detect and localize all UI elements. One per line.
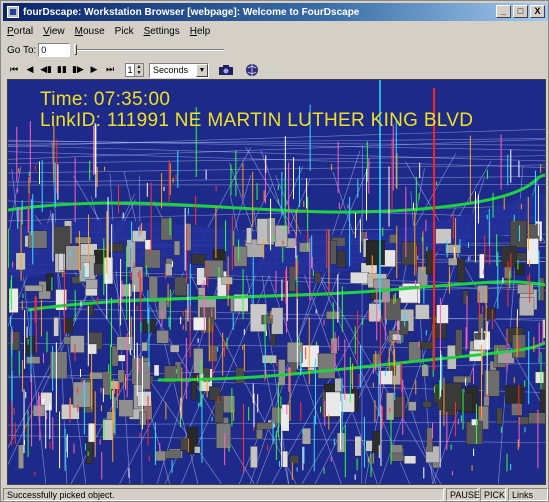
status-links: Links (508, 487, 548, 501)
step-back-button[interactable]: ◀▮ (39, 63, 53, 77)
reverse-play-button[interactable]: ◀ (23, 63, 37, 77)
pause-button[interactable]: ▮▮ (55, 63, 69, 77)
goto-input[interactable]: 0 (38, 43, 71, 57)
status-pause: PAUSE (446, 487, 480, 501)
window-controls: _ □ X (496, 5, 545, 18)
3d-viewport[interactable]: Time: 07:35:00 LinkID: 111991 NE MARTIN … (7, 79, 546, 485)
browser-window: fourDscape: Workstation Browser [webpage… (0, 0, 549, 502)
menu-settings[interactable]: Settings (144, 26, 180, 37)
menu-pick[interactable]: Pick (115, 26, 134, 37)
title-bar[interactable]: fourDscape: Workstation Browser [webpage… (3, 3, 548, 21)
chevron-down-icon[interactable]: ▼ (196, 63, 208, 77)
units-value: Seconds (153, 65, 189, 75)
hud-time: Time: 07:35:00 (40, 89, 171, 110)
menu-bar: Portal View Mouse Pick Settings Help (3, 23, 548, 39)
close-button[interactable]: X (530, 5, 545, 18)
goto-label: Go To: (7, 44, 37, 56)
city-scene[interactable] (8, 80, 546, 485)
status-pick: PICK (480, 487, 506, 501)
slider-thumb[interactable] (74, 44, 78, 55)
slider-rail (74, 49, 225, 51)
spin-down-icon[interactable]: ▼ (135, 70, 143, 76)
menu-help[interactable]: Help (190, 26, 211, 37)
step-spinner[interactable]: 1 ▲ ▼ (125, 63, 144, 77)
playback-toolbar: ⏮ ◀ ◀▮ ▮▮ ▮▶ ▶ ⏭ 1 ▲ ▼ Seconds ▼ (3, 61, 548, 79)
maximize-button[interactable]: □ (513, 5, 528, 18)
minimize-button[interactable]: _ (496, 5, 511, 18)
skip-to-end-button[interactable]: ⏭ (103, 63, 117, 77)
time-slider[interactable] (74, 43, 225, 57)
camera-icon[interactable] (217, 63, 235, 77)
window-title: fourDscape: Workstation Browser [webpage… (23, 6, 360, 18)
menu-view[interactable]: View (43, 26, 65, 37)
units-select[interactable]: Seconds ▼ (149, 62, 209, 78)
play-button[interactable]: ▶ (87, 63, 101, 77)
step-value[interactable]: 1 (125, 63, 135, 77)
menu-mouse[interactable]: Mouse (75, 26, 105, 37)
spinner-arrows[interactable]: ▲ ▼ (135, 63, 144, 77)
skip-to-start-button[interactable]: ⏮ (7, 63, 21, 77)
step-forward-button[interactable]: ▮▶ (71, 63, 85, 77)
menu-portal[interactable]: Portal (7, 26, 33, 37)
goto-bar: Go To: 0 (3, 41, 548, 59)
status-bar: Successfully picked object. PAUSE PICK L… (3, 487, 548, 501)
hud-link-id: LinkID: 111991 NE MARTIN LUTHER KING BLV… (40, 110, 474, 131)
status-message: Successfully picked object. (3, 487, 444, 501)
app-icon[interactable] (7, 6, 19, 18)
globe-icon[interactable] (243, 63, 261, 77)
